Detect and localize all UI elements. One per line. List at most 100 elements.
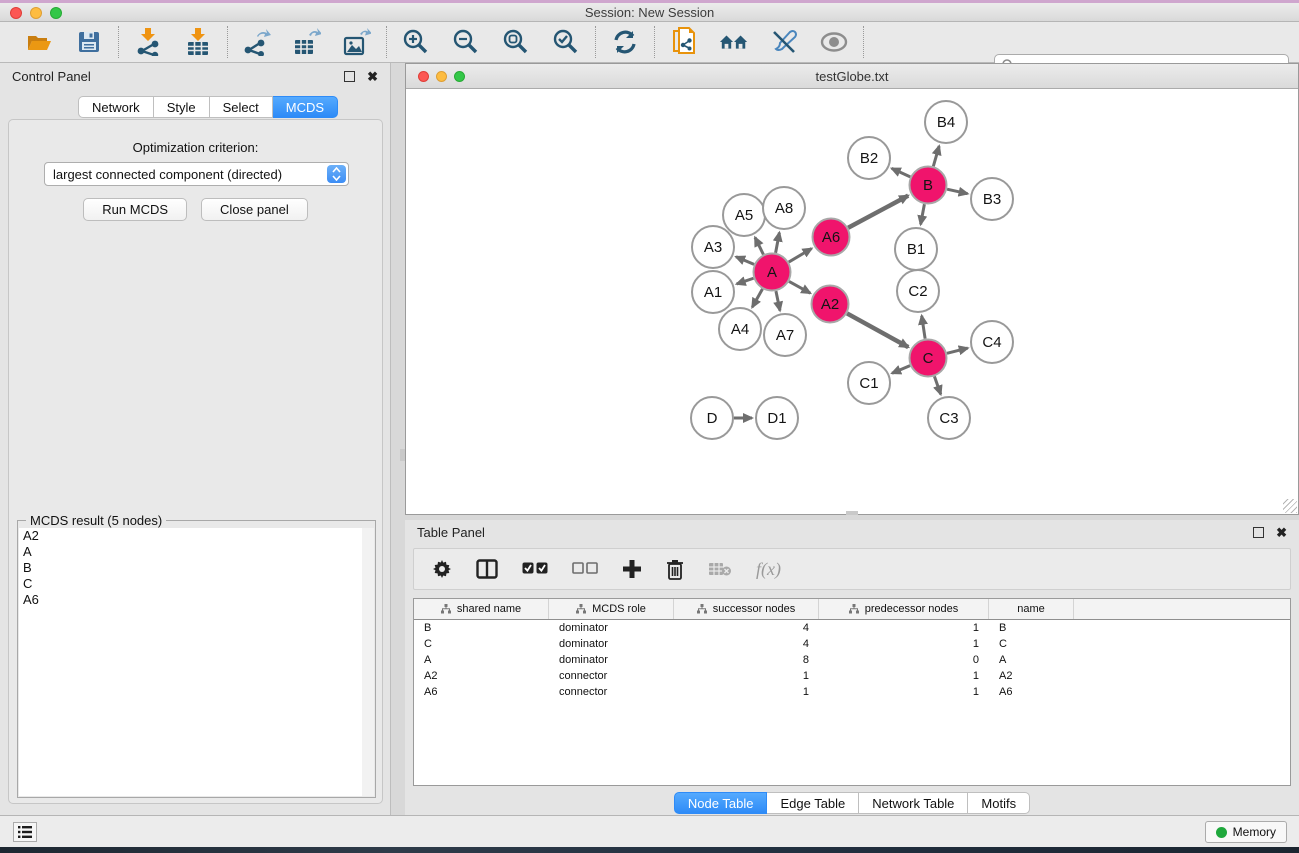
graph-edge-A-A7[interactable]	[776, 291, 780, 310]
delete-icon[interactable]	[666, 559, 684, 580]
table-cell[interactable]: C	[989, 638, 1074, 650]
graph-node-A3[interactable]: A3	[692, 226, 734, 268]
graph-node-A1[interactable]: A1	[692, 271, 734, 313]
graph-edge-C-C3[interactable]	[934, 376, 940, 394]
graph-node-B1[interactable]: B1	[895, 228, 937, 270]
graph-node-C[interactable]: C	[910, 340, 947, 377]
column-header-name[interactable]: name	[989, 599, 1074, 619]
network-window-titlebar[interactable]: testGlobe.txt	[406, 64, 1298, 89]
table-cell[interactable]: C	[414, 638, 549, 650]
table-cell[interactable]: 1	[674, 686, 819, 698]
close-panel-icon[interactable]: ✖	[1276, 527, 1287, 538]
tab-mcds[interactable]: MCDS	[273, 96, 338, 118]
table-cell[interactable]: 4	[674, 638, 819, 650]
graph-edge-A-A2[interactable]	[789, 281, 810, 293]
graph-edge-C-C2[interactable]	[922, 316, 925, 339]
table-cell[interactable]: A2	[989, 670, 1074, 682]
table-row[interactable]: A6connector11A6	[414, 684, 1290, 700]
node-table[interactable]: shared name MCDS role successor nodes pr…	[413, 598, 1291, 786]
graph-node-C4[interactable]: C4	[971, 321, 1013, 363]
zoom-selected-button[interactable]	[551, 27, 581, 57]
mcds-result-list[interactable]: A2ABCA6	[19, 528, 364, 796]
mcds-result-item[interactable]: A	[19, 544, 363, 560]
graph-node-A6[interactable]: A6	[813, 219, 850, 256]
network-close-button[interactable]	[418, 71, 429, 82]
table-row[interactable]: Cdominator41C	[414, 636, 1290, 652]
graph-node-C3[interactable]: C3	[928, 397, 970, 439]
deselect-all-icon[interactable]	[572, 562, 598, 576]
close-panel-icon[interactable]: ✖	[367, 71, 378, 82]
column-settings-icon[interactable]	[476, 559, 498, 579]
hide-style-button[interactable]	[769, 27, 799, 57]
graph-edge-C-C1[interactable]	[892, 366, 910, 374]
mcds-result-item[interactable]: C	[19, 576, 363, 592]
open-session-button[interactable]	[24, 27, 54, 57]
column-header-successor-nodes[interactable]: successor nodes	[674, 599, 819, 619]
column-header-mcds-role[interactable]: MCDS role	[549, 599, 674, 619]
table-cell[interactable]: A6	[414, 686, 549, 698]
zoom-fit-button[interactable]	[501, 27, 531, 57]
table-cell[interactable]: connector	[549, 686, 674, 698]
refresh-view-button[interactable]	[610, 27, 640, 57]
tab-motifs[interactable]: Motifs	[968, 792, 1030, 814]
table-cell[interactable]: 1	[819, 670, 989, 682]
graph-node-B4[interactable]: B4	[925, 101, 967, 143]
tab-select[interactable]: Select	[210, 96, 273, 118]
network-from-selection-button[interactable]	[669, 27, 699, 57]
table-cell[interactable]: 8	[674, 654, 819, 666]
tab-network[interactable]: Network	[78, 96, 154, 118]
window-resize-grip[interactable]	[1283, 499, 1297, 513]
table-cell[interactable]: B	[414, 622, 549, 634]
graph-edge-B-B1[interactable]	[921, 204, 925, 224]
graph-node-C1[interactable]: C1	[848, 362, 890, 404]
network-graph[interactable]: B4B2BB3A5A8A6B1A3AC2A1A2A4A7C4CC1C3DD1	[406, 89, 1298, 510]
close-panel-button[interactable]: Close panel	[201, 198, 308, 221]
table-cell[interactable]: connector	[549, 670, 674, 682]
network-horizontal-scrollbar[interactable]	[846, 511, 858, 515]
mcds-result-item[interactable]: B	[19, 560, 363, 576]
graph-edge-B-B2[interactable]	[892, 168, 911, 176]
tab-network-table[interactable]: Network Table	[859, 792, 968, 814]
save-session-button[interactable]	[74, 27, 104, 57]
network-maximize-button[interactable]	[454, 71, 465, 82]
table-cell[interactable]: 1	[819, 686, 989, 698]
float-panel-icon[interactable]	[1253, 527, 1264, 538]
network-minimize-button[interactable]	[436, 71, 447, 82]
table-cell[interactable]: A2	[414, 670, 549, 682]
column-header-predecessor-nodes[interactable]: predecessor nodes	[819, 599, 989, 619]
table-row[interactable]: Adominator80A	[414, 652, 1290, 668]
gear-icon[interactable]	[432, 559, 452, 579]
mcds-result-item[interactable]: A2	[19, 528, 363, 544]
graph-edge-A-A5[interactable]	[755, 237, 763, 254]
graph-node-A8[interactable]: A8	[763, 187, 805, 229]
table-cell[interactable]: dominator	[549, 638, 674, 650]
result-scrollbar[interactable]	[362, 528, 374, 796]
table-cell[interactable]: 1	[674, 670, 819, 682]
graph-node-D1[interactable]: D1	[756, 397, 798, 439]
graph-node-B2[interactable]: B2	[848, 137, 890, 179]
task-history-button[interactable]	[13, 822, 37, 842]
table-cell[interactable]: A6	[989, 686, 1074, 698]
table-cell[interactable]: dominator	[549, 622, 674, 634]
table-cell[interactable]: A	[989, 654, 1074, 666]
graph-node-A5[interactable]: A5	[723, 194, 765, 236]
network-vertical-scrollbar[interactable]	[400, 449, 405, 461]
graph-edge-B-B4[interactable]	[933, 146, 939, 166]
table-row[interactable]: A2connector11A2	[414, 668, 1290, 684]
mcds-result-item[interactable]: A6	[19, 592, 363, 608]
memory-button[interactable]: Memory	[1205, 821, 1287, 843]
add-column-icon[interactable]	[622, 559, 642, 579]
network-canvas[interactable]: B4B2BB3A5A8A6B1A3AC2A1A2A4A7C4CC1C3DD1	[406, 89, 1298, 510]
home-button[interactable]	[719, 27, 749, 57]
close-window-button[interactable]	[10, 7, 22, 19]
show-hide-button[interactable]	[819, 27, 849, 57]
minimize-window-button[interactable]	[30, 7, 42, 19]
import-table-button[interactable]	[183, 27, 213, 57]
zoom-out-button[interactable]	[451, 27, 481, 57]
table-cell[interactable]: 1	[819, 638, 989, 650]
graph-edge-A-A1[interactable]	[737, 278, 754, 284]
graph-edge-A6-B[interactable]	[848, 196, 908, 228]
maximize-window-button[interactable]	[50, 7, 62, 19]
table-cell[interactable]: B	[989, 622, 1074, 634]
graph-node-B[interactable]: B	[910, 167, 947, 204]
